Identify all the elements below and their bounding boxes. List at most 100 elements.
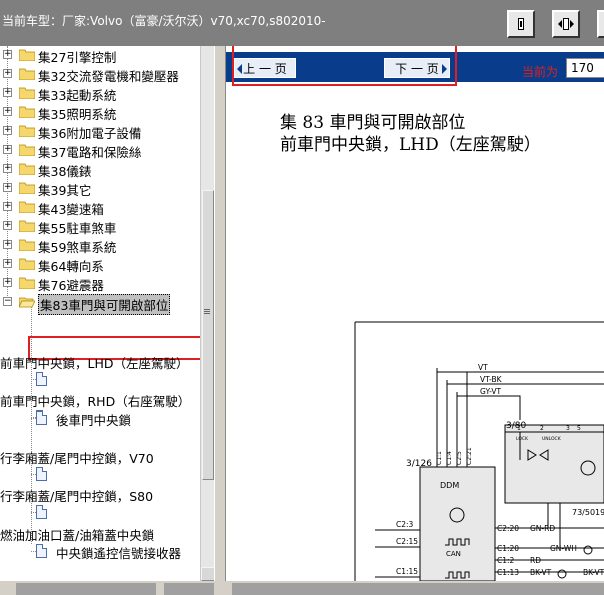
- tree-folder-item[interactable]: + 集33起動系統: [0, 84, 200, 103]
- extra-toolbar-button[interactable]: [597, 10, 604, 38]
- tree-folder-item[interactable]: + 集59煞車系統: [0, 236, 200, 255]
- can-waveform-icon: [445, 538, 470, 546]
- expand-icon[interactable]: +: [3, 69, 12, 78]
- tree-folder-item[interactable]: + 集64轉向系: [0, 255, 200, 274]
- scrollbar-grip-icon: [204, 309, 210, 310]
- right-pin-label: C1:2: [497, 556, 515, 565]
- tree-document-label: 行李廂蓋/尾門中控鎖，S80: [0, 489, 154, 504]
- folder-icon: [19, 258, 35, 270]
- fit-width-button[interactable]: [552, 10, 580, 38]
- expand-icon[interactable]: +: [3, 278, 12, 287]
- tree-folder-item[interactable]: + 集39其它: [0, 179, 200, 198]
- scrollbar-segment[interactable]: [232, 583, 604, 595]
- wire-vt-bk: [446, 380, 604, 385]
- tree-folder-label: 集59煞車系統: [38, 240, 117, 255]
- tree-guide-line: [31, 418, 36, 419]
- expand-icon[interactable]: +: [3, 259, 12, 268]
- tree-document-item[interactable]: 前車門中央鎖，LHD（左座駕駛）: [0, 352, 200, 371]
- expand-icon[interactable]: +: [3, 145, 12, 154]
- connector-right-label: 73/5019: [572, 508, 604, 517]
- connector-terminal-icon: [557, 569, 567, 579]
- lock-pin-label: 5: [577, 425, 581, 432]
- wire-vt: [436, 368, 604, 373]
- expand-icon[interactable]: +: [3, 107, 12, 116]
- right-wire-label: GN-RD: [530, 524, 555, 533]
- tree-folder-label: 集83車門與可開啟部位: [38, 294, 171, 315]
- scrollbar-segment[interactable]: [164, 583, 214, 595]
- tree-document-item[interactable]: 中央鎖遙控信號接收器: [0, 542, 200, 561]
- right-pin-label: C2:20: [497, 524, 519, 533]
- tree-document-item[interactable]: 行李廂蓋/尾門中控鎖，S80: [0, 485, 200, 504]
- tree-folder-item[interactable]: − 集83車門與可開啟部位: [0, 293, 200, 315]
- tree-folder-label: 集38儀錶: [38, 164, 92, 179]
- expand-icon[interactable]: +: [3, 202, 12, 211]
- expand-icon[interactable]: +: [3, 221, 12, 230]
- folder-open-icon: [19, 297, 35, 308]
- lock-pin-label: 3: [566, 425, 570, 432]
- can-label: CAN: [446, 550, 461, 558]
- top-pin-label: C2:21: [466, 447, 473, 465]
- folder-icon: [19, 125, 35, 137]
- tree-guide-line: [31, 474, 36, 475]
- tree-folder-label: 集37電路和保險絲: [38, 145, 142, 160]
- tree-document-label: 前車門中央鎖，RHD（右座駕駛）: [0, 394, 191, 409]
- unlock-label: UNLOCK: [542, 436, 562, 442]
- tree-scrollbar[interactable]: [200, 46, 215, 581]
- connector-label-main: 3/126: [406, 459, 432, 469]
- left-pin-label: C1:15: [396, 567, 418, 576]
- expand-icon[interactable]: +: [3, 164, 12, 173]
- tree-folder-label: 集32交流發電機和變壓器: [38, 69, 179, 84]
- tree-guide-line: [31, 379, 36, 380]
- top-pin-label: C1:1: [436, 451, 443, 465]
- tree-document-item[interactable]: 燃油加油口蓋/油箱蓋中央鎖: [0, 524, 200, 543]
- folder-icon: [19, 163, 35, 175]
- single-page-button[interactable]: [507, 10, 535, 38]
- expand-icon[interactable]: +: [3, 183, 12, 192]
- tree-folder-item[interactable]: + 集55駐車煞車: [0, 217, 200, 236]
- title-bar: 当前车型：厂家:Volvo（富豪/沃尔沃）v70,xc70,s802010-: [0, 0, 604, 46]
- folder-icon: [19, 106, 35, 118]
- tree-document-item[interactable]: 行李廂蓋/尾門中控鎖，V70: [0, 447, 200, 466]
- tree-folder-item[interactable]: + 集35照明系統: [0, 103, 200, 122]
- horizontal-scrollbar[interactable]: [0, 581, 604, 595]
- tree-folder-label: 集43變速箱: [38, 202, 104, 217]
- tree-document-item[interactable]: 前車門中央鎖，RHD（右座駕駛）: [0, 390, 200, 409]
- left-pin-label: C2:15: [396, 537, 418, 546]
- tree-folder-item[interactable]: + 集32交流發電機和變壓器: [0, 65, 200, 84]
- folder-icon: [19, 201, 35, 213]
- document-icon: [36, 467, 47, 481]
- expand-icon[interactable]: +: [3, 240, 12, 249]
- scrollbar-thumb[interactable]: [202, 190, 214, 480]
- document-icon: [36, 372, 47, 386]
- folder-icon: [19, 277, 35, 289]
- wiring-diagram: VT VT-BK GY-VT 3/126 DDM CAN C2:3 C2:15 …: [354, 321, 604, 581]
- tree-guide-line: [31, 551, 36, 552]
- top-pin-label: C1:4: [446, 451, 453, 465]
- tree-folder-item[interactable]: + 集76避震器: [0, 274, 200, 293]
- left-pin-label: C2:3: [396, 520, 414, 529]
- right-pin-label: C1:20: [497, 544, 519, 553]
- tree-folder-label: 集36附加電子設備: [38, 126, 142, 141]
- tree-folder-item[interactable]: + 集43變速箱: [0, 198, 200, 217]
- window-title: 当前车型：厂家:Volvo（富豪/沃尔沃）v70,xc70,s802010-: [2, 14, 326, 28]
- tree-document-item[interactable]: 後車門中央鎖: [0, 409, 200, 428]
- collapse-icon[interactable]: −: [3, 297, 12, 306]
- connector-terminal-icon: [583, 545, 593, 555]
- folder-icon: [19, 87, 35, 99]
- expand-icon[interactable]: +: [3, 50, 12, 59]
- lock-pin-label: 2: [540, 425, 544, 432]
- tree-folder-item[interactable]: + 集36附加電子設備: [0, 122, 200, 141]
- folder-icon: [19, 144, 35, 156]
- tree-folder-label: 集39其它: [38, 183, 92, 198]
- tree-folder-item[interactable]: + 集37電路和保險絲: [0, 141, 200, 160]
- ddm-label: DDM: [440, 481, 459, 490]
- scrollbar-segment[interactable]: [16, 583, 156, 595]
- pane-splitter[interactable]: [214, 46, 226, 581]
- expand-icon[interactable]: +: [3, 126, 12, 135]
- expand-icon[interactable]: +: [3, 88, 12, 97]
- tree-folder-item[interactable]: + 集38儀錶: [0, 160, 200, 179]
- scroll-down-arrow[interactable]: [201, 567, 215, 581]
- tree-folder-label: 集55駐車煞車: [38, 221, 117, 236]
- tree-folder-item[interactable]: + 集27引擎控制: [0, 46, 200, 65]
- tree-document-label: 行李廂蓋/尾門中控鎖，V70: [0, 451, 154, 466]
